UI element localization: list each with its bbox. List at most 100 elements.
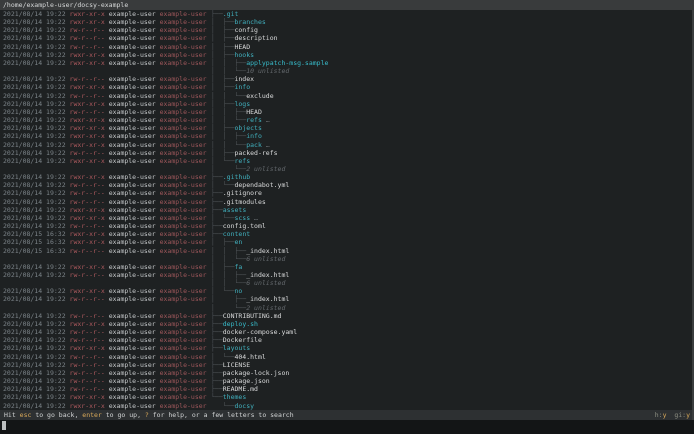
tree-row[interactable]: 2021/08/14 19:22 rw-r--r-- example-user … (0, 75, 694, 83)
mod-date: 2021/08/14 19:22 (3, 189, 66, 198)
permissions: rwxr-xr-x (69, 173, 105, 182)
tree-row[interactable]: 2021/08/14 19:22 rw-r--r-- example-user … (0, 92, 694, 100)
permissions: rw-r--r-- (69, 148, 105, 157)
tree-branch: │ └── (211, 156, 235, 165)
tree-row[interactable]: 2021/08/14 19:22 rw-r--r-- example-user … (0, 377, 694, 385)
tree-row[interactable]: │ │ └──6 unlisted (0, 279, 694, 287)
tree-row[interactable]: │ │ └──6 unlisted (0, 255, 694, 263)
tree-row[interactable]: 2021/08/14 19:22 rw-r--r-- example-user … (0, 43, 694, 51)
row-metadata: 2021/08/14 19:22 rw-r--r-- example-user … (0, 328, 211, 336)
tree-row[interactable]: 2021/08/14 19:22 rwxr-xr-x example-user … (0, 10, 694, 18)
tree-row[interactable]: 2021/08/14 19:22 rw-r--r-- example-user … (0, 108, 694, 116)
file-name: 404.html (234, 352, 266, 361)
exec-name: applypatch-msg.sample (246, 58, 329, 67)
file-name: package.json (222, 377, 270, 386)
row-metadata: 2021/08/15 16:32 rwxr-xr-x example-user … (0, 230, 211, 238)
row-metadata: 2021/08/14 19:22 rwxr-xr-x example-user … (0, 132, 211, 140)
tree-branch: │ └── (211, 352, 235, 361)
owner: example-user (108, 295, 156, 304)
tree-branch: │ │ ├── (211, 246, 247, 255)
exec-name: deploy.sh (222, 319, 258, 328)
group: example-user (159, 99, 207, 108)
row-metadata: 2021/08/14 19:22 rwxr-xr-x example-user … (0, 59, 211, 67)
tree-row[interactable]: │ │ └──10 unlisted (0, 67, 694, 75)
tree-row[interactable]: 2021/08/14 19:22 rwxr-xr-x example-user … (0, 132, 694, 140)
tree-cell: │ ├──description (211, 34, 694, 42)
tree-row[interactable]: 2021/08/14 19:22 rwxr-xr-x example-user … (0, 214, 694, 222)
tree-branch: ├── (211, 368, 223, 377)
row-metadata: 2021/08/14 19:22 rwxr-xr-x example-user … (0, 344, 211, 352)
group: example-user (159, 189, 207, 198)
tree-row[interactable]: 2021/08/14 19:22 rw-r--r-- example-user … (0, 149, 694, 157)
tree-row[interactable]: 2021/08/14 19:22 rw-r--r-- example-user … (0, 295, 694, 303)
tree-row[interactable]: 2021/08/14 19:22 rw-r--r-- example-user … (0, 328, 694, 336)
group: example-user (159, 156, 207, 165)
row-metadata: 2021/08/14 19:22 rw-r--r-- example-user … (0, 312, 211, 320)
tree-row[interactable]: 2021/08/14 19:22 rwxr-xr-x example-user … (0, 18, 694, 26)
search-input[interactable] (0, 420, 694, 434)
tree-branch: │ └── (211, 303, 247, 312)
tree-row[interactable]: │ └──2 unlisted (0, 304, 694, 312)
tree-row[interactable]: 2021/08/14 19:22 rw-r--r-- example-user … (0, 353, 694, 361)
tree-row[interactable]: 2021/08/14 19:22 rwxr-xr-x example-user … (0, 263, 694, 271)
tree-cell: ├──Dockerfile (211, 336, 694, 344)
tree-row[interactable]: 2021/08/14 19:22 rwxr-xr-x example-user … (0, 157, 694, 165)
owner: example-user (108, 18, 156, 27)
mod-date: 2021/08/14 19:22 (3, 393, 66, 402)
tree-cell: │ └──scss … (211, 214, 694, 222)
tree-row[interactable]: 2021/08/14 19:22 rw-r--r-- example-user … (0, 271, 694, 279)
tree-row[interactable]: 2021/08/14 19:22 rw-r--r-- example-user … (0, 181, 694, 189)
tree-row[interactable]: 2021/08/14 19:22 rwxr-xr-x example-user … (0, 141, 694, 149)
tree-row[interactable]: 2021/08/15 16:32 rw-r--r-- example-user … (0, 247, 694, 255)
tree-row[interactable]: 2021/08/14 19:22 rw-r--r-- example-user … (0, 198, 694, 206)
tree-branch: │ │ ├── (211, 58, 247, 67)
tree-row[interactable]: 2021/08/15 16:32 rwxr-xr-x example-user … (0, 238, 694, 246)
tree-row[interactable]: 2021/08/14 19:22 rw-r--r-- example-user … (0, 26, 694, 34)
owner: example-user (108, 230, 156, 239)
mod-date: 2021/08/14 19:22 (3, 107, 66, 116)
dir-name: pack (246, 140, 262, 149)
tree-row[interactable]: 2021/08/14 19:22 rwxr-xr-x example-user … (0, 287, 694, 295)
tree-cell: │ │ └──6 unlisted (211, 279, 694, 287)
tree-row[interactable]: 2021/08/14 19:22 rwxr-xr-x example-user … (0, 100, 694, 108)
permissions: rw-r--r-- (69, 368, 105, 377)
tree-row[interactable]: 2021/08/14 19:22 rwxr-xr-x example-user … (0, 344, 694, 352)
tree-row[interactable]: 2021/08/14 19:22 rwxr-xr-x example-user … (0, 116, 694, 124)
tree-row[interactable]: 2021/08/14 19:22 rwxr-xr-x example-user … (0, 173, 694, 181)
tree-row[interactable]: 2021/08/14 19:22 rw-r--r-- example-user … (0, 222, 694, 230)
tree-row[interactable]: 2021/08/14 19:22 rwxr-xr-x example-user … (0, 59, 694, 67)
row-metadata: 2021/08/14 19:22 rw-r--r-- example-user … (0, 34, 211, 42)
tree-row[interactable]: │ └──2 unlisted (0, 165, 694, 173)
tree-row[interactable]: 2021/08/14 19:22 rw-r--r-- example-user … (0, 336, 694, 344)
tree-row[interactable]: 2021/08/14 19:22 rwxr-xr-x example-user … (0, 402, 694, 410)
mod-date: 2021/08/14 19:22 (3, 377, 66, 386)
tree-branch: ├── (211, 319, 223, 328)
tree-branch: ├── (211, 173, 223, 182)
tree-branch: ├── (211, 197, 223, 206)
tree-row[interactable]: 2021/08/14 19:22 rw-r--r-- example-user … (0, 369, 694, 377)
tree-row[interactable]: 2021/08/14 19:22 rwxr-xr-x example-user … (0, 320, 694, 328)
tree-cell: ├──assets (211, 206, 694, 214)
dir-name: en (234, 238, 243, 247)
permissions: rwxr-xr-x (69, 132, 105, 141)
tree-row[interactable]: 2021/08/14 19:22 rwxr-xr-x example-user … (0, 206, 694, 214)
permissions: rw-r--r-- (69, 271, 105, 279)
tree-row[interactable]: 2021/08/14 19:22 rw-r--r-- example-user … (0, 189, 694, 197)
tree-row[interactable]: 2021/08/14 19:22 rwxr-xr-x example-user … (0, 83, 694, 91)
tree-row[interactable]: 2021/08/14 19:22 rwxr-xr-x example-user … (0, 51, 694, 59)
text-cursor (2, 421, 6, 430)
tree-row[interactable]: 2021/08/15 16:32 rwxr-xr-x example-user … (0, 230, 694, 238)
row-metadata: 2021/08/14 19:22 rwxr-xr-x example-user … (0, 206, 211, 214)
mod-date: 2021/08/14 19:22 (3, 401, 66, 410)
tree-row[interactable]: 2021/08/14 19:22 rw-r--r-- example-user … (0, 385, 694, 393)
tree-row[interactable]: 2021/08/14 19:22 rw-r--r-- example-user … (0, 361, 694, 369)
tree-row[interactable]: 2021/08/14 19:22 rwxr-xr-x example-user … (0, 124, 694, 132)
owner: example-user (108, 132, 156, 141)
permissions: rw-r--r-- (69, 181, 105, 190)
tree-row[interactable]: 2021/08/14 19:22 rw-r--r-- example-user … (0, 34, 694, 42)
tree-row[interactable]: 2021/08/14 19:22 rwxr-xr-x example-user … (0, 393, 694, 401)
tree-row[interactable]: 2021/08/14 19:22 rw-r--r-- example-user … (0, 312, 694, 320)
group: example-user (159, 368, 207, 377)
status-key: enter (82, 411, 102, 419)
row-metadata: 2021/08/14 19:22 rwxr-xr-x example-user … (0, 51, 211, 59)
